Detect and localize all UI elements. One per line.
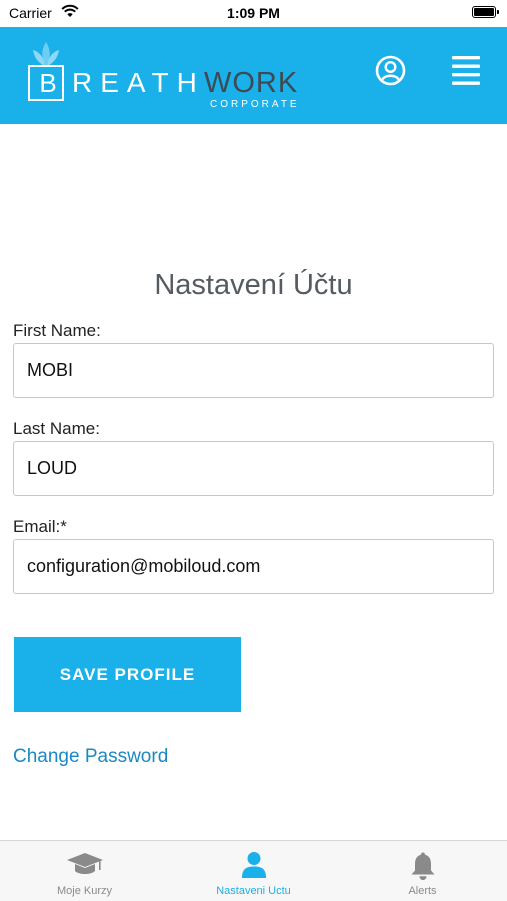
user-circle-icon	[375, 55, 406, 86]
account-button[interactable]	[375, 55, 406, 86]
first-name-field[interactable]	[13, 343, 494, 398]
breathwork-logo[interactable]: B REATH WORK CORPORATE	[28, 41, 308, 113]
page-title: Nastavení Účtu	[154, 269, 353, 302]
logo-text-work: WORK	[204, 67, 299, 99]
tab-label: Alerts	[408, 885, 437, 897]
change-password-link[interactable]: Change Password	[13, 746, 168, 768]
tab-moje-kurzy[interactable]: Moje Kurzy	[0, 841, 169, 901]
user-icon	[241, 852, 266, 878]
tab-label: Moje Kurzy	[56, 885, 113, 897]
tab-nastaveni-uctu[interactable]: Nastaveni Uctu	[169, 841, 338, 901]
logo-text-corporate: CORPORATE	[210, 99, 300, 110]
status-time: 1:09 PM	[227, 5, 280, 21]
leaves-icon	[33, 42, 59, 66]
last-name-field[interactable]	[13, 441, 494, 496]
tab-bar: Moje Kurzy Nastaveni Uctu Alerts	[0, 840, 507, 901]
email-label: Email:*	[13, 517, 67, 536]
tab-alerts[interactable]: Alerts	[338, 841, 507, 901]
logo-box: B	[28, 65, 64, 101]
first-name-label: First Name:	[13, 321, 101, 340]
app-header: B REATH WORK CORPORATE	[0, 27, 507, 124]
last-name-label: Last Name:	[13, 419, 100, 438]
bell-icon	[411, 852, 434, 880]
email-field[interactable]	[13, 539, 494, 594]
status-bar: Carrier 1:09 PM	[0, 0, 507, 27]
graduation-cap-icon	[66, 853, 103, 874]
logo-text-breath: REATH	[72, 67, 205, 98]
battery-icon	[472, 6, 499, 18]
hamburger-menu-icon	[452, 56, 480, 85]
menu-button[interactable]	[452, 55, 480, 85]
save-profile-button[interactable]: SAVE PROFILE	[14, 637, 241, 712]
logo-box-letter: B	[39, 68, 57, 98]
tab-label: Nastaveni Uctu	[216, 885, 291, 897]
